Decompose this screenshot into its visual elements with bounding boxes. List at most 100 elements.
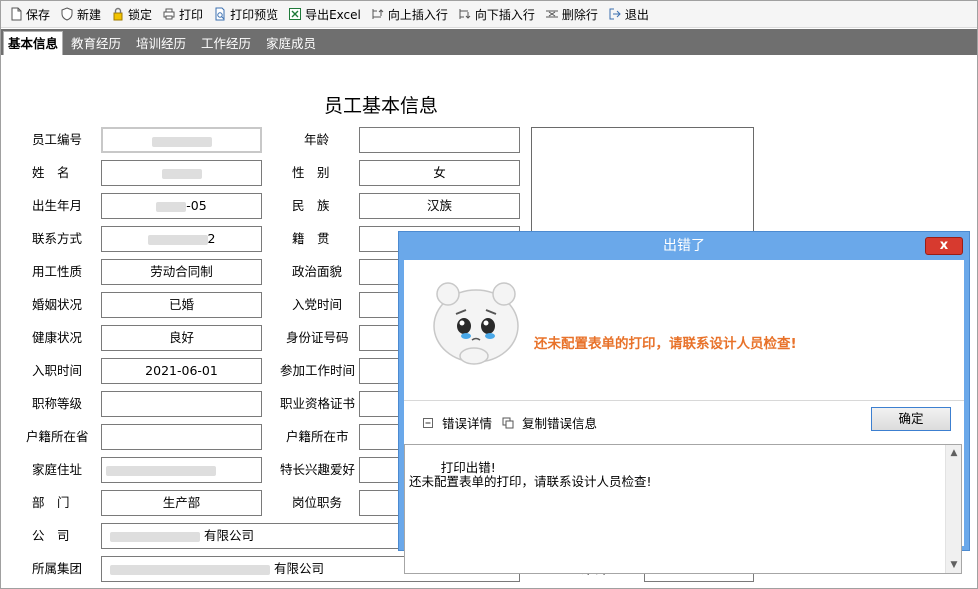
label-qualification: 职业资格证书 — [280, 396, 356, 411]
delete-row-label: 删除行 — [561, 7, 598, 22]
insert-row-above-label: 向上插入行 — [387, 7, 448, 22]
print-preview-button[interactable]: 打印预览 — [209, 3, 282, 25]
label-contact: 联系方式 — [32, 231, 83, 246]
photo-box[interactable] — [531, 127, 754, 239]
crying-bear-icon — [433, 282, 519, 365]
dialog-title: 出错了 — [663, 238, 705, 254]
copy-error-button[interactable]: 复制错误信息 — [502, 413, 597, 432]
label-id-no: 身份证号码 — [286, 330, 349, 345]
redacted-mark — [156, 201, 187, 212]
employee-no-field[interactable] — [101, 127, 262, 153]
label-work-start: 参加工作时间 — [280, 363, 356, 378]
save-label: 保存 — [26, 7, 51, 22]
label-political: 政治面貌 — [292, 264, 343, 279]
label-household-city: 户籍所在市 — [286, 429, 349, 444]
ethnicity-field[interactable]: 汉族 — [359, 193, 520, 219]
tab-education[interactable]: 教育经历 — [67, 32, 125, 55]
tab-work-history[interactable]: 工作经历 — [197, 32, 255, 55]
error-details-toggle[interactable]: 错误详情 — [422, 413, 492, 432]
print-button[interactable]: 打印 — [158, 3, 207, 25]
page-title: 员工基本信息 — [323, 95, 438, 117]
new-button[interactable]: 新建 — [56, 3, 105, 25]
label-position: 岗位职务 — [292, 495, 343, 510]
company-field[interactable]: 有限公司 — [101, 523, 401, 549]
birth-field[interactable]: -05 — [101, 193, 262, 219]
contact-field[interactable]: 2 — [101, 226, 262, 252]
employment-type-field[interactable]: 劳动合同制 — [101, 259, 262, 285]
save-button[interactable]: 保存 — [5, 3, 54, 25]
redacted-mark — [110, 531, 200, 542]
hire-date-field[interactable]: 2021-06-01 — [101, 358, 262, 384]
lock-label: 锁定 — [128, 7, 153, 22]
error-detail-text: 打印出错! 还未配置表单的打印，请联系设计人员检查! — [409, 460, 652, 489]
insert-row-below-button[interactable]: 向下插入行 — [454, 3, 539, 25]
tab-family[interactable]: 家庭成员 — [262, 32, 320, 55]
print-preview-icon — [215, 7, 225, 21]
exit-button[interactable]: 退出 — [604, 3, 653, 25]
title-level-field[interactable] — [101, 391, 262, 417]
lock-button[interactable]: 锁定 — [107, 3, 156, 25]
redacted-mark — [147, 234, 208, 245]
gender-field[interactable]: 女 — [359, 160, 520, 186]
print-preview-label: 打印预览 — [230, 7, 279, 22]
dialog-close-button[interactable]: x — [925, 237, 963, 255]
company-value: 有限公司 — [203, 528, 254, 543]
group-value: 有限公司 — [273, 561, 324, 576]
insert-row-above-button[interactable]: 向上插入行 — [367, 3, 452, 25]
label-health: 健康状况 — [32, 330, 83, 345]
birth-value: -05 — [186, 198, 207, 213]
age-field[interactable] — [359, 127, 520, 153]
label-native-place: 籍 贯 — [292, 231, 330, 246]
detail-scrollbar[interactable]: ▲ ▼ — [945, 445, 961, 573]
scroll-down-icon[interactable]: ▼ — [949, 560, 959, 570]
error-details-label: 错误详情 — [442, 416, 493, 431]
redacted-mark — [106, 465, 216, 476]
marital-field[interactable]: 已婚 — [101, 292, 262, 318]
name-field[interactable] — [101, 160, 262, 186]
home-address-field[interactable] — [101, 457, 262, 483]
department-field[interactable]: 生产部 — [101, 490, 262, 516]
print-label: 打印 — [179, 7, 204, 22]
redacted-mark — [161, 168, 202, 179]
label-group: 所属集团 — [32, 561, 83, 576]
toolbar: 保存 新建 锁定 打印 打印预览 导出Excel 向上插入行 向下插入行 删除行… — [1, 1, 977, 28]
label-gender: 性 别 — [292, 165, 330, 180]
redacted-mark — [151, 136, 212, 147]
copy-error-label: 复制错误信息 — [522, 416, 598, 431]
collapse-icon — [423, 417, 433, 428]
shield-icon — [61, 7, 73, 21]
delete-row-icon — [545, 10, 558, 18]
label-marital: 婚姻状况 — [32, 297, 83, 312]
export-excel-button[interactable]: 导出Excel — [284, 3, 365, 25]
export-excel-label: 导出Excel — [305, 7, 361, 22]
dialog-body: 还未配置表单的打印，请联系设计人员检查! 错误详情 复制错误信息 确定 打印出错… — [404, 260, 964, 574]
error-detail-textarea[interactable]: 打印出错! 还未配置表单的打印，请联系设计人员检查! ▲ ▼ — [404, 444, 962, 574]
insert-row-below-label: 向下插入行 — [474, 7, 535, 22]
redacted-mark — [110, 564, 270, 575]
label-title-level: 职称等级 — [32, 396, 83, 411]
save-icon — [11, 7, 22, 21]
exit-label: 退出 — [624, 7, 649, 22]
tab-training[interactable]: 培训经历 — [132, 32, 190, 55]
label-company: 公 司 — [32, 528, 70, 543]
label-birth: 出生年月 — [32, 198, 83, 213]
health-field[interactable]: 良好 — [101, 325, 262, 351]
ok-button[interactable]: 确定 — [871, 407, 951, 431]
label-name: 姓 名 — [32, 165, 70, 180]
label-hobbies: 特长兴趣爱好 — [280, 462, 356, 477]
error-message: 还未配置表单的打印，请联系设计人员检查! — [534, 336, 797, 352]
label-employment-type: 用工性质 — [32, 264, 83, 279]
exit-icon — [609, 8, 621, 20]
label-home-address: 家庭住址 — [32, 462, 83, 477]
label-hire-date: 入职时间 — [32, 363, 83, 378]
insert-below-icon — [459, 9, 471, 19]
scroll-up-icon[interactable]: ▲ — [949, 448, 959, 458]
delete-row-button[interactable]: 删除行 — [541, 3, 602, 25]
label-employee-no: 员工编号 — [32, 132, 83, 147]
household-province-field[interactable] — [101, 424, 262, 450]
label-ethnicity: 民 族 — [292, 198, 330, 213]
lock-icon — [113, 7, 123, 21]
tab-basic-info[interactable]: 基本信息 — [3, 31, 64, 55]
printer-icon — [163, 8, 175, 20]
label-department: 部 门 — [32, 495, 70, 510]
